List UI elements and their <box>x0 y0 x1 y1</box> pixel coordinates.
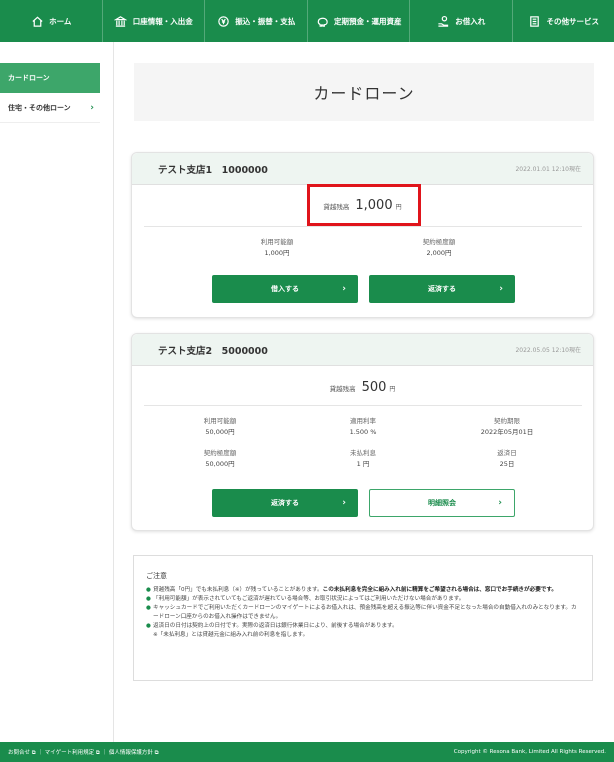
bullet-icon: ● <box>146 605 151 611</box>
chevron-right-icon: › <box>90 102 94 113</box>
statement-inquiry-button[interactable]: 明細照会 › <box>369 489 515 517</box>
note-text: ※「未払利息」とは貸越元金に組み入れ前の利息を指します。 <box>153 632 309 638</box>
sidebar-item-card-loan[interactable]: カードローン <box>0 63 100 93</box>
note-item: ● 「利用可能額」が表示されていてもご返済が遅れている場合等、お取引状況によって… <box>146 595 582 604</box>
divider <box>144 226 582 227</box>
contract-limit: 契約極度額 2,000円 <box>389 237 489 259</box>
repay-button[interactable]: 返済する › <box>369 275 515 303</box>
sidebar: カードローン 住宅・その他ローン › <box>0 42 114 742</box>
nav-loan-label: お借入れ <box>455 16 486 26</box>
note-item: ● 返済日の日付は契約上の日付です。実際の返済日は銀行休業日により、前後する場合… <box>146 622 582 631</box>
sidebar-item-label: カードローン <box>8 74 50 82</box>
footer: お問合せ ⧉ ｜ マイゲート利用規定 ⧉ ｜ 個人情報保護方針 ⧉ Copyri… <box>0 742 614 762</box>
unpaid-value: 1 円 <box>356 460 370 468</box>
bullet-icon: ● <box>146 587 151 593</box>
balance-label: 貸越残高 <box>329 385 356 393</box>
contract-expiry: 契約期限 2022年05月01日 <box>452 416 562 438</box>
global-nav: ホーム 口座情報・入出金 振込・振替・支払 定期預金・運用資産 お借入れ その他… <box>0 0 614 42</box>
card-header: テスト支店2 5000000 2022.05.05 12:10現在 <box>132 334 593 366</box>
note-item: ● キャッシュカードでご利用いただくカードローンのマイゲートによるお借入れは、預… <box>146 604 582 622</box>
available-value: 1,000円 <box>264 249 290 257</box>
repay-day-value: 25日 <box>499 460 515 468</box>
loan-card-1: テスト支店1 1000000 2022.01.01 12:10現在 貸越残高 1… <box>131 152 594 318</box>
balance-unit: 円 <box>389 386 396 393</box>
piggy-bank-icon <box>315 14 329 28</box>
chevron-right-icon: › <box>499 284 503 294</box>
available-label: 利用可能額 <box>203 417 237 425</box>
copyright: Copyright © Resona Bank, Limited All Rig… <box>453 749 606 755</box>
expiry-value: 2022年05月01日 <box>480 428 534 436</box>
note-footnote: ※「未払利息」とは貸越元金に組み入れ前の利息を指します。 <box>146 631 582 640</box>
notes-box: ご注意 ● 貸越残高「0円」でも未払利息（※）が残っていることがあります。この未… <box>133 555 593 681</box>
nav-transfer-label: 振込・振替・支払 <box>235 16 296 26</box>
notes-title: ご注意 <box>146 572 167 580</box>
interest-rate: 適用利率 1.500 % <box>313 416 413 438</box>
rate-value: 1.500 % <box>349 428 377 436</box>
unpaid-interest: 未払利息 1 円 <box>313 448 413 470</box>
nav-deposit-label: 定期預金・運用資産 <box>334 16 402 26</box>
unpaid-label: 未払利息 <box>350 449 376 457</box>
repay-button-label: 返済する <box>271 499 299 507</box>
nav-other[interactable]: その他サービス <box>513 0 614 42</box>
note-text: キャッシュカードでご利用いただくカードローンのマイゲートによるお借入れは、預金残… <box>153 605 577 620</box>
limit-label: 契約極度額 <box>422 238 456 246</box>
available-value: 50,000円 <box>205 428 235 436</box>
chevron-right-icon: › <box>342 498 346 508</box>
highlight-box <box>307 184 421 226</box>
expiry-label: 契約期限 <box>494 417 520 425</box>
limit-label: 契約極度額 <box>203 449 237 457</box>
nav-transfer[interactable]: 振込・振替・支払 <box>205 0 308 42</box>
balance-row: 貸越残高 500 円 <box>132 380 593 395</box>
borrow-button-label: 借入する <box>271 285 299 293</box>
repay-button[interactable]: 返済する › <box>212 489 358 517</box>
footer-links[interactable]: お問合せ ⧉ ｜ マイゲート利用規定 ⧉ ｜ 個人情報保護方針 ⧉ <box>8 748 159 757</box>
repayment-day: 返済日 25日 <box>452 448 562 470</box>
account-name: テスト支店2 5000000 <box>158 345 268 357</box>
bank-icon <box>114 14 128 28</box>
repay-day-label: 返済日 <box>497 449 517 457</box>
chevron-right-icon: › <box>498 498 502 508</box>
repay-button-label: 返済する <box>428 285 456 293</box>
note-emphasis: この未払利息を完全に組み入れ前に精算をご希望される場合は、窓口でお手続きが必要で… <box>322 587 558 593</box>
balance-value: 500 <box>361 380 387 395</box>
available-amount: 利用可能額 1,000円 <box>227 237 327 259</box>
chevron-right-icon: › <box>342 284 346 294</box>
loan-card-2: テスト支店2 5000000 2022.05.05 12:10現在 貸越残高 5… <box>131 333 594 531</box>
nav-account-label: 口座情報・入出金 <box>132 16 193 26</box>
account-name: テスト支店1 1000000 <box>158 164 268 176</box>
rate-label: 適用利率 <box>350 417 376 425</box>
nav-loan[interactable]: お借入れ <box>410 0 513 42</box>
available-amount: 利用可能額 50,000円 <box>170 416 270 438</box>
sidebar-item-housing-loan[interactable]: 住宅・その他ローン › <box>0 93 100 123</box>
sidebar-item-label: 住宅・その他ローン <box>8 103 71 112</box>
page-title: カードローン <box>134 63 594 121</box>
timestamp: 2022.05.05 12:10現在 <box>515 347 581 354</box>
nav-home-label: ホーム <box>49 16 72 26</box>
home-icon <box>30 14 44 28</box>
contract-limit: 契約極度額 50,000円 <box>170 448 270 470</box>
borrow-button[interactable]: 借入する › <box>212 275 358 303</box>
bullet-icon: ● <box>146 623 151 629</box>
note-item: ● 貸越残高「0円」でも未払利息（※）が残っていることがあります。この未払利息を… <box>146 586 582 595</box>
timestamp: 2022.01.01 12:10現在 <box>515 166 581 173</box>
note-text: 返済日の日付は契約上の日付です。実際の返済日は銀行休業日により、前後する場合があ… <box>153 623 398 629</box>
nav-account[interactable]: 口座情報・入出金 <box>103 0 205 42</box>
statement-button-label: 明細照会 <box>428 499 456 507</box>
limit-value: 2,000円 <box>426 249 452 257</box>
nav-home[interactable]: ホーム <box>0 0 103 42</box>
hand-coin-icon <box>436 14 450 28</box>
note-text: 貸越残高「0円」でも未払利息（※）が残っていることがあります。 <box>153 587 323 593</box>
limit-value: 50,000円 <box>205 460 235 468</box>
bullet-icon: ● <box>146 596 151 602</box>
note-text: 「利用可能額」が表示されていてもご返済が遅れている場合等、お取引状況によってはご… <box>153 596 465 602</box>
yen-transfer-icon <box>216 14 230 28</box>
divider <box>144 405 582 406</box>
nav-other-label: その他サービス <box>546 16 600 26</box>
card-header: テスト支店1 1000000 2022.01.01 12:10現在 <box>132 153 593 185</box>
nav-deposit[interactable]: 定期預金・運用資産 <box>308 0 410 42</box>
available-label: 利用可能額 <box>260 238 294 246</box>
building-icon <box>528 14 542 28</box>
